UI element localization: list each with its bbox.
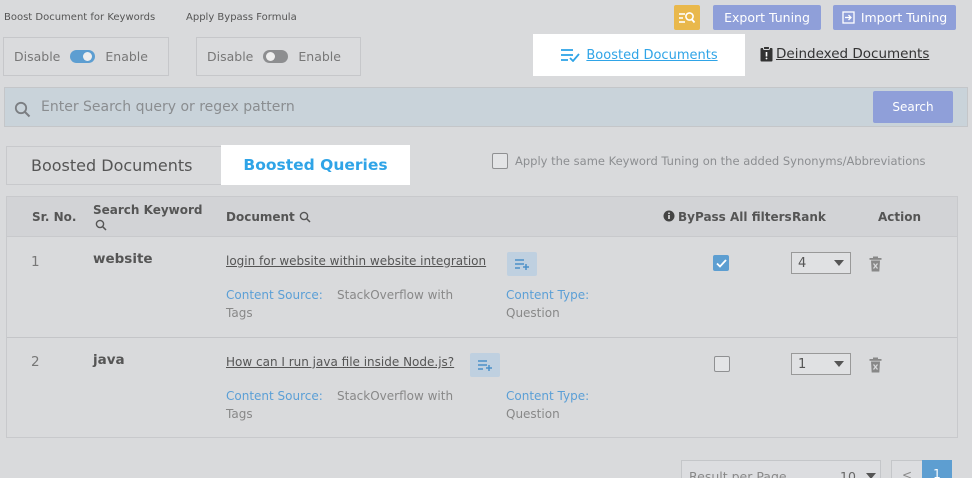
- chevron-down-icon: [866, 473, 876, 478]
- sub-tab-boosted-queries-label: Boosted Queries: [243, 156, 388, 174]
- bypass-checkbox[interactable]: [714, 356, 730, 372]
- header-rank: Rank: [792, 210, 826, 224]
- bypass-disable-label: Disable: [207, 49, 254, 64]
- content-source-label: Content Source:: [226, 288, 323, 302]
- import-icon: [842, 11, 855, 24]
- rank-value: 1: [798, 356, 807, 372]
- trash-icon[interactable]: [869, 357, 882, 373]
- content-source-value-cont: Tags: [226, 306, 253, 320]
- import-tuning-label: Import Tuning: [860, 10, 948, 25]
- results-per-page-select[interactable]: Result per Page 10: [681, 460, 881, 478]
- search-icon: [14, 101, 31, 118]
- chevron-down-icon: [834, 260, 844, 266]
- boost-disable-label: Disable: [14, 49, 61, 64]
- boost-section-title: Boost Document for Keywords: [4, 12, 156, 23]
- content-source-value: StackOverflow with: [337, 288, 454, 302]
- bypass-section-title: Apply Bypass Formula: [186, 12, 297, 23]
- header-action: Action: [878, 210, 922, 224]
- bypass-enable-label: Enable: [298, 49, 341, 64]
- content-type-value: Question: [506, 306, 560, 320]
- synonym-checkbox-label: Apply the same Keyword Tuning on the add…: [515, 154, 926, 168]
- export-tuning-label: Export Tuning: [724, 10, 810, 25]
- row-keyword: website: [93, 251, 153, 267]
- content-type-label: Content Type:: [506, 288, 590, 302]
- chevron-down-icon: [834, 361, 844, 367]
- sub-tab-boosted-queries[interactable]: Boosted Queries: [221, 145, 410, 185]
- header-search-keyword: Search Keyword: [93, 203, 203, 217]
- import-tuning-button[interactable]: Import Tuning: [833, 5, 956, 30]
- boost-enable-label: Enable: [105, 49, 148, 64]
- pagination-prev-button[interactable]: <: [891, 460, 923, 478]
- playlist-add-icon: [478, 360, 492, 371]
- row-keyword: java: [93, 352, 125, 368]
- add-to-list-button[interactable]: [507, 252, 537, 276]
- content-type-value: Question: [506, 407, 560, 421]
- search-button[interactable]: Search: [873, 91, 953, 123]
- header-sr-no: Sr. No.: [32, 210, 77, 224]
- table-row: 1 website login for website within websi…: [7, 237, 957, 337]
- boost-toggle-switch[interactable]: [70, 50, 96, 63]
- rank-select[interactable]: 1: [791, 353, 851, 375]
- content-source-value: StackOverflow with: [337, 389, 454, 403]
- row-sr-no: 2: [31, 354, 40, 370]
- table-row: 2 java How can I run java file inside No…: [7, 337, 957, 438]
- playlist-add-icon: [515, 259, 529, 270]
- rank-value: 4: [798, 255, 807, 271]
- keyword-search-icon[interactable]: [95, 219, 107, 231]
- prev-page-label: <: [901, 468, 913, 478]
- results-per-page-label: Result per Page: [689, 469, 787, 478]
- results-per-page-value: 10: [840, 469, 856, 478]
- clipboard-alert-icon: [760, 46, 773, 62]
- trash-icon[interactable]: [869, 256, 882, 272]
- search-tuning-icon-button[interactable]: [674, 5, 700, 30]
- pagination-page-current[interactable]: 1: [922, 460, 952, 478]
- bypass-toggle-group: Disable Enable: [196, 37, 361, 76]
- search-input[interactable]: Enter Search query or regex pattern: [41, 99, 295, 115]
- content-source-label: Content Source:: [226, 389, 323, 403]
- row-sr-no: 1: [31, 254, 40, 270]
- export-tuning-button[interactable]: Export Tuning: [713, 5, 821, 30]
- row-document-link[interactable]: How can I run java file inside Node.js?: [226, 355, 454, 369]
- bypass-checkbox[interactable]: [713, 255, 729, 271]
- checkmark-icon: [715, 258, 727, 268]
- tab-boosted-documents-label: Boosted Documents: [586, 47, 718, 63]
- tab-boosted-documents[interactable]: Boosted Documents: [533, 34, 745, 76]
- search-button-label: Search: [892, 100, 934, 114]
- search-bar: Enter Search query or regex pattern Sear…: [4, 87, 968, 127]
- info-icon[interactable]: [663, 210, 675, 222]
- current-page-label: 1: [933, 467, 941, 478]
- synonym-checkbox[interactable]: [492, 153, 508, 169]
- sub-tab-boosted-documents[interactable]: Boosted Documents: [31, 156, 192, 175]
- rank-select[interactable]: 4: [791, 252, 851, 274]
- row-document-link[interactable]: login for website within website integra…: [226, 254, 486, 268]
- bypass-toggle-switch[interactable]: [263, 50, 289, 63]
- header-bypass-filters: ByPass All filters: [678, 210, 792, 224]
- add-to-list-button[interactable]: [470, 353, 500, 377]
- boost-toggle-group: Disable Enable: [3, 37, 169, 76]
- document-search-icon[interactable]: [299, 211, 311, 223]
- boosted-queries-table: Sr. No. Search Keyword Document ByPass A…: [6, 196, 958, 438]
- tab-deindexed-documents-label: Deindexed Documents: [776, 46, 930, 62]
- header-document: Document: [226, 210, 295, 224]
- content-type-label: Content Type:: [506, 389, 590, 403]
- list-check-icon: [561, 49, 581, 62]
- tab-deindexed-documents[interactable]: Deindexed Documents: [760, 46, 929, 62]
- search-list-icon: [679, 11, 696, 23]
- content-source-value-cont: Tags: [226, 407, 253, 421]
